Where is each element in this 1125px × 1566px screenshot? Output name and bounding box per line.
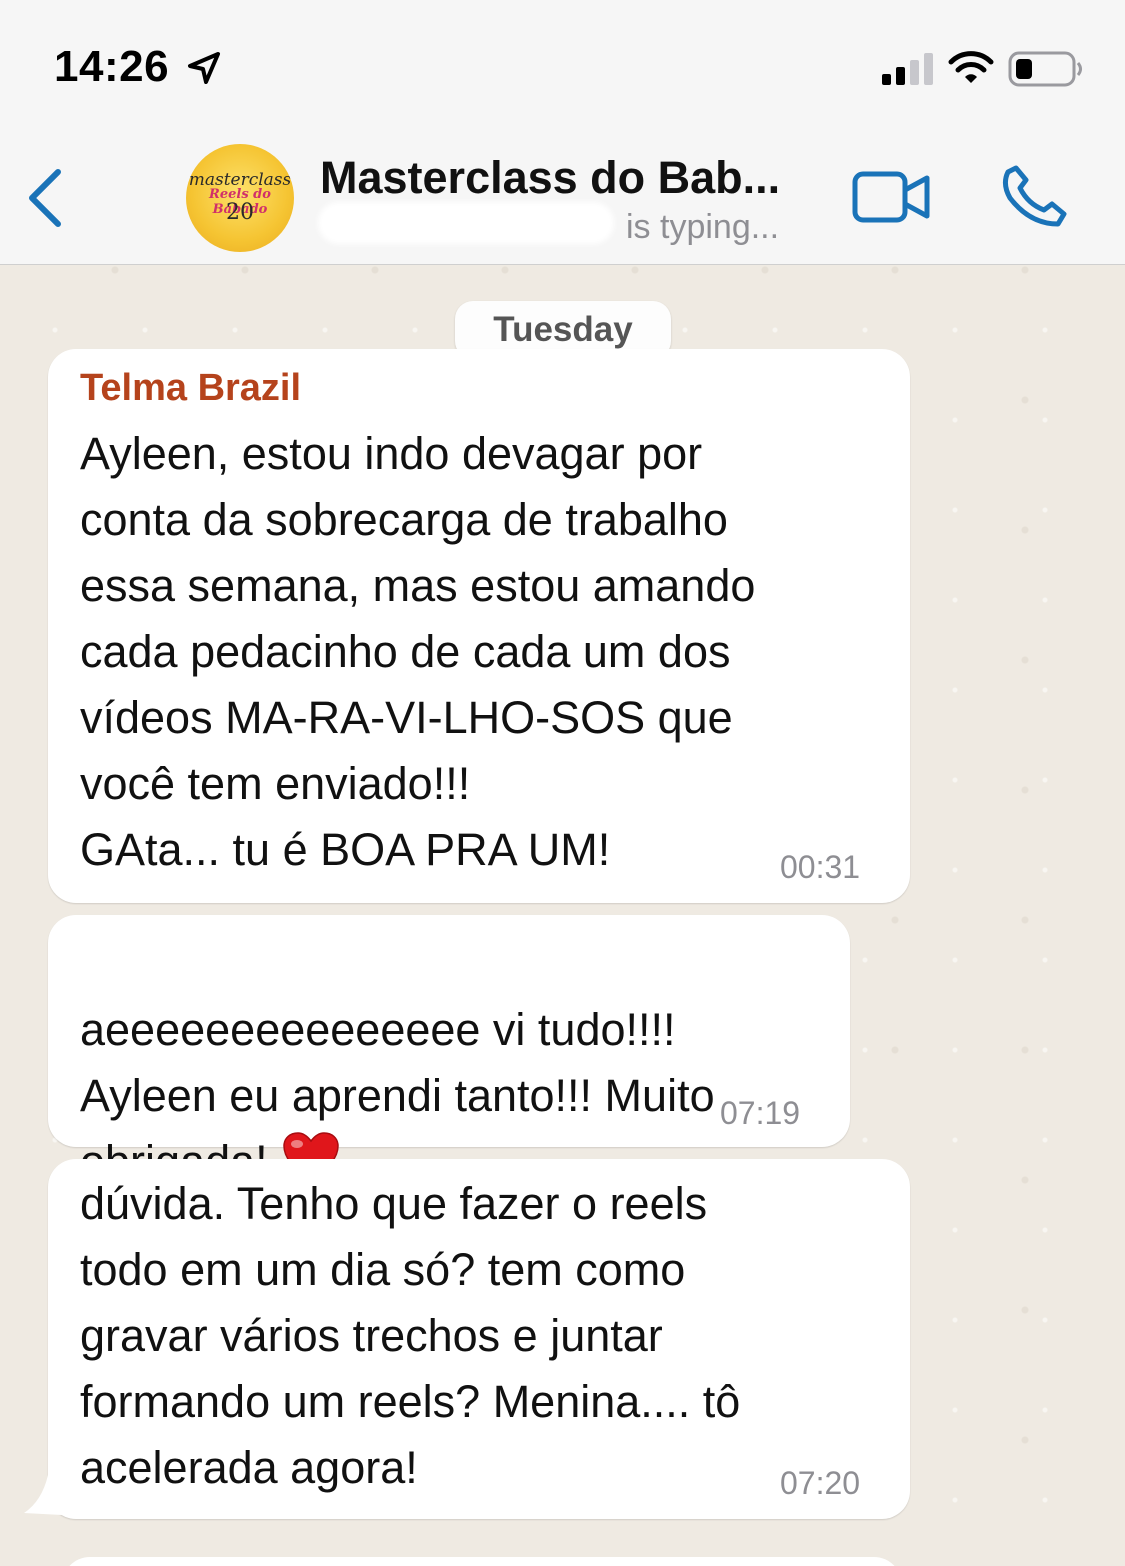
status-bar: 14:26 (0, 0, 1125, 130)
message-bubble[interactable]: dúvida. Tenho que fazer o reels todo em … (48, 1159, 910, 1519)
message-time: 07:20 (780, 1465, 861, 1501)
typing-status: is typing... (626, 208, 780, 246)
bubble-tail (24, 1475, 62, 1515)
redacted-participant (318, 202, 614, 244)
sender-name[interactable]: Telma Brazil (80, 367, 301, 410)
message-bubble-partial[interactable] (62, 1557, 902, 1566)
chat-title[interactable]: Masterclass do Bab... (320, 152, 780, 204)
battery-icon (1008, 51, 1082, 87)
day-label: Tuesday (493, 310, 633, 349)
message-text: Ayleen, estou indo devagar por conta da … (80, 428, 756, 875)
status-time: 14:26 (54, 42, 170, 91)
message-text: aeeeeeeeeeeeeeee vi tudo!!!! Ayleen eu a… (80, 931, 715, 1195)
chat-header: masterclass Reels do Babado 20 Mastercla… (0, 130, 1125, 265)
wifi-icon (948, 51, 994, 83)
message-text: dúvida. Tenho que fazer o reels todo em … (80, 1178, 741, 1493)
phone-icon[interactable] (1000, 164, 1068, 228)
chevron-left-icon[interactable] (22, 166, 70, 230)
chat-messages-area[interactable]: Tuesday Telma Brazil Ayleen, estou indo … (0, 265, 1125, 1566)
group-avatar[interactable]: masterclass Reels do Babado 20 (186, 144, 294, 252)
message-bubble[interactable]: aeeeeeeeeeeeeeee vi tudo!!!! Ayleen eu a… (48, 915, 850, 1187)
cellular-signal-icon (882, 53, 933, 85)
video-camera-icon[interactable] (852, 170, 932, 224)
location-arrow-icon (188, 52, 220, 84)
avatar-text-line3: 20 (226, 200, 254, 225)
message-time: 07:19 (720, 1095, 801, 1131)
message-bubble[interactable]: Telma Brazil Ayleen, estou indo devagar … (48, 349, 910, 903)
message-time: 00:31 (780, 849, 861, 885)
